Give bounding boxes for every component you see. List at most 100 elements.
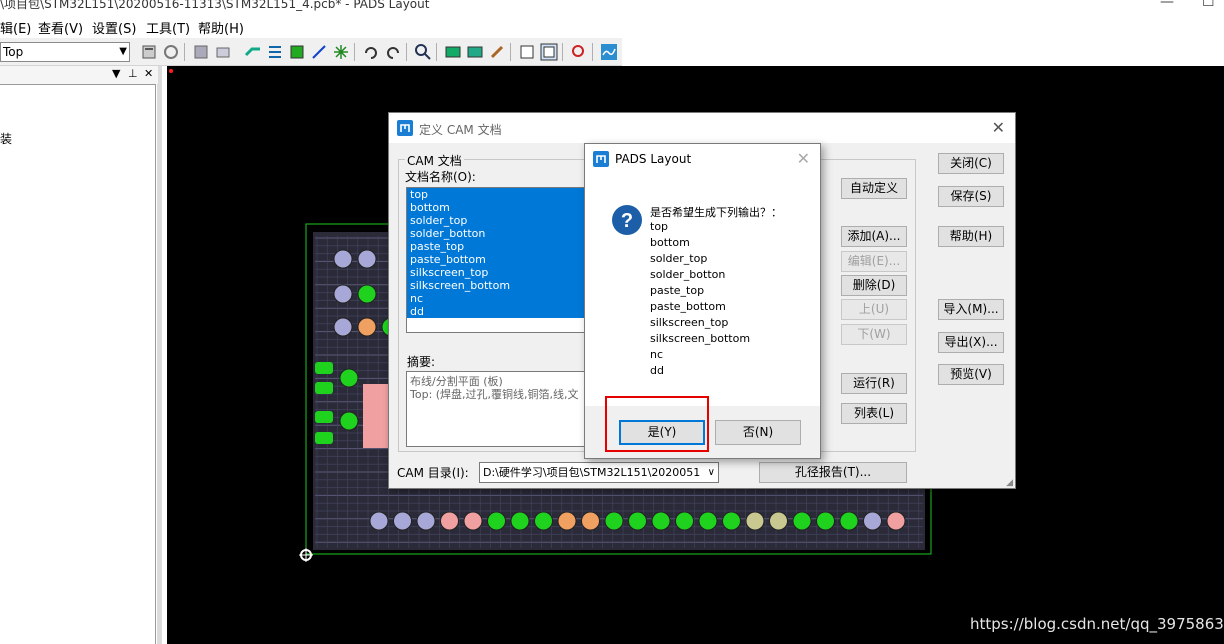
list-item: paste_bottom	[650, 300, 726, 313]
list-item[interactable]: top	[407, 188, 585, 201]
layer-select-value: Top	[3, 45, 24, 59]
list-item[interactable]: silkscreen_top	[407, 266, 585, 279]
pads-logo-icon	[593, 151, 609, 167]
doc-list[interactable]: top bottom solder_top solder_botton past…	[406, 187, 586, 333]
pad	[357, 284, 377, 304]
toolbar: Top ▼	[0, 38, 622, 66]
redo-icon[interactable]	[384, 43, 402, 61]
layer-select[interactable]: Top ▼	[0, 42, 130, 62]
grid-icon[interactable]	[266, 43, 284, 61]
pad	[363, 384, 389, 448]
close-icon[interactable]: ✕	[144, 67, 153, 80]
pad	[463, 511, 483, 531]
pad	[357, 317, 377, 337]
minimize-icon[interactable]: —	[1160, 0, 1174, 10]
export-button[interactable]: 导出(X)...	[938, 332, 1004, 353]
list-item[interactable]: dd	[407, 305, 585, 318]
custom-button[interactable]: 自动定义	[841, 178, 907, 199]
list-item: bottom	[650, 236, 690, 249]
route-icon[interactable]	[244, 43, 262, 61]
print-icon[interactable]	[214, 43, 232, 61]
cam-dialog-title: 定义 CAM 文档	[419, 123, 502, 137]
help-button[interactable]: 帮助(H)	[938, 226, 1004, 247]
list-item[interactable]: solder_top	[407, 214, 585, 227]
edit-button[interactable]: 编辑(E)...	[841, 251, 907, 272]
delete-button[interactable]: 删除(D)	[841, 275, 907, 296]
chevron-down-icon: ∨	[707, 467, 715, 478]
close-icon[interactable]: ✕	[992, 118, 1005, 137]
pad	[315, 432, 333, 444]
down-button[interactable]: 下(W)	[841, 324, 907, 345]
pad	[510, 511, 530, 531]
pad	[333, 249, 353, 269]
drill-report-button[interactable]: 孔径报告(T)...	[759, 462, 907, 483]
no-button[interactable]: 否(N)	[715, 420, 801, 445]
preview-button[interactable]: 预览(V)	[938, 364, 1004, 385]
menu-view[interactable]: 查看(V)	[38, 18, 83, 37]
list-item[interactable]: paste_bottom	[407, 253, 585, 266]
undo-icon[interactable]	[362, 43, 380, 61]
resize-grip-icon[interactable]: ◢	[1006, 478, 1013, 488]
panel-tree	[0, 84, 156, 644]
pad	[315, 362, 333, 374]
window-title: \项目包\STM32L151\20200516-11313\STM32L151_…	[0, 0, 430, 11]
add-button[interactable]: 添加(A)...	[841, 226, 907, 247]
project-panel: ▼ ⊥ ✕ 装	[0, 66, 162, 644]
question-icon: ?	[612, 205, 642, 235]
search-icon[interactable]	[570, 43, 588, 61]
menu-tools[interactable]: 工具(T)	[146, 18, 190, 37]
spark-icon[interactable]	[332, 43, 350, 61]
pad	[886, 511, 906, 531]
tree-item-label[interactable]: 装	[0, 130, 12, 147]
save-icon[interactable]	[192, 43, 210, 61]
pad	[315, 382, 333, 394]
list-item[interactable]: silkscreen_bottom	[407, 279, 585, 292]
pin-icon[interactable]: ⊥	[128, 67, 138, 80]
toolbar-separator	[184, 43, 185, 61]
watermark-text: https://blog.csdn.net/qq_39758638	[970, 615, 1224, 633]
view-icon[interactable]	[444, 43, 462, 61]
menu-setup[interactable]: 设置(S)	[92, 18, 136, 37]
maximize-icon[interactable]: ☐	[1202, 0, 1215, 10]
list-item[interactable]: paste_top	[407, 240, 585, 253]
cam-dialog-titlebar: 定义 CAM 文档 ✕	[389, 113, 1015, 143]
pad	[581, 511, 600, 531]
close-icon[interactable]: ✕	[797, 149, 810, 168]
line-icon[interactable]	[310, 43, 328, 61]
list-item: silkscreen_bottom	[650, 332, 751, 345]
cam-dir-select[interactable]: D:\硬件学习\项目包\STM32L151\2020051 ∨	[479, 462, 719, 483]
wave-icon[interactable]	[600, 43, 618, 61]
window-icon[interactable]	[518, 43, 536, 61]
pad	[369, 511, 389, 531]
list-item: nc	[650, 348, 664, 361]
toolbar-separator	[354, 43, 355, 61]
output-list: top bottom solder_top solder_botton past…	[650, 219, 750, 379]
list-item[interactable]: bottom	[407, 201, 585, 214]
list-item: solder_botton	[650, 268, 726, 281]
import-button[interactable]: 导入(M)...	[938, 299, 1004, 320]
save-button[interactable]: 保存(S)	[938, 186, 1004, 207]
chevron-down-icon[interactable]: ▼	[112, 67, 120, 80]
view2-icon[interactable]	[466, 43, 484, 61]
cam-icon[interactable]	[540, 43, 558, 61]
refresh-icon[interactable]	[162, 43, 180, 61]
run-button[interactable]: 运行(R)	[841, 373, 907, 394]
list-item[interactable]: nc	[407, 292, 585, 305]
up-button[interactable]: 上(U)	[841, 299, 907, 320]
brush-icon[interactable]	[488, 43, 506, 61]
menu-edit[interactable]: 辑(E)	[0, 18, 31, 37]
properties-icon[interactable]	[140, 43, 158, 61]
zoom-icon[interactable]	[414, 43, 432, 61]
list-button[interactable]: 列表(L)	[841, 403, 907, 424]
pad	[333, 284, 353, 304]
layer-icon[interactable]	[288, 43, 306, 61]
pad	[698, 511, 718, 531]
pad	[675, 511, 694, 531]
toolbar-separator	[510, 43, 511, 61]
list-item[interactable]: solder_botton	[407, 227, 585, 240]
cam-dir-label: CAM 目录(I):	[397, 466, 469, 480]
pads-logo-icon	[397, 120, 413, 136]
pad	[416, 511, 436, 531]
close-button[interactable]: 关闭(C)	[938, 153, 1004, 174]
menu-help[interactable]: 帮助(H)	[198, 18, 244, 37]
